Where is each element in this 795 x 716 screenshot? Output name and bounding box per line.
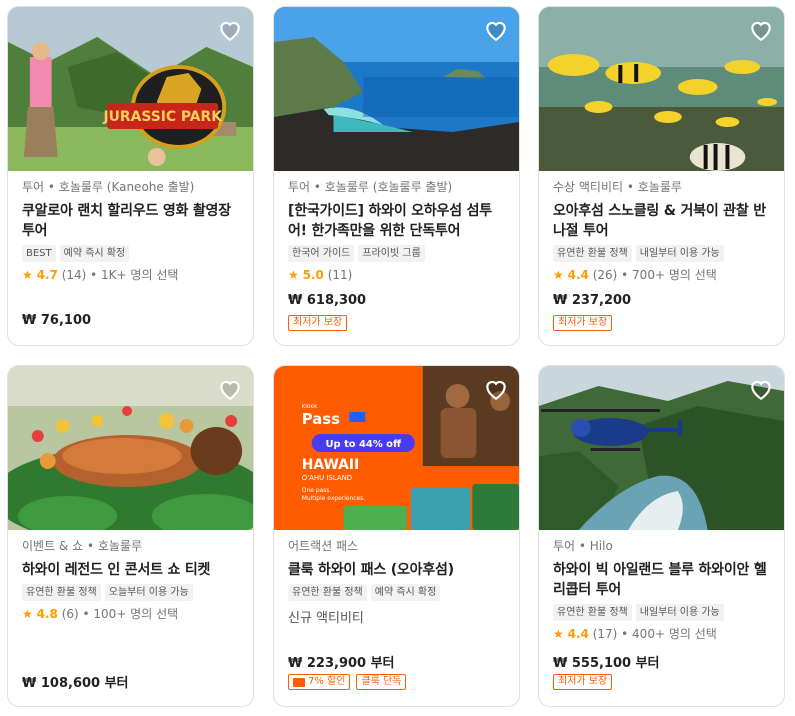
card-category: 투어 • Hilo (553, 539, 613, 553)
tag-private-group: 프라이빗 그룹 (358, 245, 425, 262)
tag-instant-confirm: 예약 즉시 확정 (59, 245, 130, 262)
card-category: 투어 • 호놀룰루 (Kaneohe 출발) (22, 180, 195, 194)
card-title[interactable]: 쿠알로아 랜치 할리우드 영화 촬영장 투어 (22, 201, 243, 241)
card-price: ₩ 237,200 (553, 293, 632, 308)
image-pass-text: Pass (302, 410, 340, 428)
activity-card[interactable]: 수상 액티비티 • 호놀룰루 오아후섬 스노클링 & 거북이 관찰 반나절 투어… (538, 6, 785, 346)
card-price: ₩ 108,600 부터 (22, 676, 129, 691)
rating-score: 4.7 (36, 268, 58, 282)
tag-flexible-refund: 유연한 환불 정책 (553, 245, 632, 262)
review-count: (17) (592, 627, 618, 641)
wishlist-heart-icon[interactable] (217, 376, 243, 402)
tag-flexible-refund: 유연한 환불 정책 (553, 604, 632, 621)
star-icon: ★ (553, 268, 564, 282)
tag-korean-guide: 한국어 가이드 (288, 245, 355, 262)
image-sub1-text: One pass. (302, 487, 332, 494)
activity-card[interactable]: 이벤트 & 쇼 • 호놀룰루 하와이 레전드 인 콘서트 쇼 티켓 유연한 환불… (7, 365, 254, 707)
card-price: ₩ 223,900 부터 (288, 656, 395, 671)
activity-card[interactable]: JURASSIC PARK 투어 • 호놀룰루 (Kaneohe 출발) 쿠알로… (7, 6, 254, 346)
rating-score: 4.4 (567, 268, 589, 282)
card-title[interactable]: 클룩 하와이 패스 (오아후섬) (288, 560, 509, 580)
star-icon: ★ (288, 268, 299, 282)
rating-score: 4.8 (36, 607, 58, 621)
booked-count: • 100+ 명의 선택 (82, 607, 179, 621)
card-rating: ★ 4.7 (14) • 1K+ 명의 선택 (22, 267, 243, 283)
rating-score: 4.4 (567, 627, 589, 641)
star-icon: ★ (22, 607, 33, 621)
booked-count: • 1K+ 명의 선택 (90, 268, 179, 282)
card-price: ₩ 555,100 부터 (553, 656, 660, 671)
wishlist-heart-icon[interactable] (217, 17, 243, 43)
tag-flexible-refund: 유연한 환불 정책 (22, 584, 101, 601)
badge-exclusive: 클룩 단독 (356, 674, 407, 690)
card-category: 이벤트 & 쇼 • 호놀룰루 (22, 539, 143, 553)
tag-instant-confirm: 예약 즉시 확정 (370, 584, 441, 601)
booked-count: • 400+ 명의 선택 (621, 627, 717, 641)
ticket-icon (293, 677, 305, 687)
tag-flexible-refund: 유연한 환불 정책 (288, 584, 367, 601)
card-rating: ★ 5.0 (11) (288, 267, 509, 283)
card-title[interactable]: [한국가이드] 하와이 오하우섬 섬투어! 한가족만을 위한 단독투어 (288, 201, 509, 241)
star-icon: ★ (553, 627, 564, 641)
card-category: 어트랙션 패스 (288, 539, 359, 553)
card-rating: ★ 4.4 (26) • 700+ 명의 선택 (553, 267, 774, 283)
wishlist-heart-icon[interactable] (748, 376, 774, 402)
card-category: 수상 액티비티 • 호놀룰루 (553, 180, 682, 194)
review-count: (14) (61, 268, 87, 282)
image-hawaii-text: HAWAII (302, 457, 359, 473)
wishlist-heart-icon[interactable] (483, 17, 509, 43)
new-activity-label: 신규 액티비티 (288, 611, 364, 626)
image-logo-text: JURASSIC PARK (102, 109, 223, 125)
badge-best-price: 최저가 보장 (553, 315, 613, 331)
wishlist-heart-icon[interactable] (483, 376, 509, 402)
review-count: (11) (327, 268, 353, 282)
card-price: ₩ 618,300 (288, 293, 367, 308)
card-title[interactable]: 하와이 빅 아일랜드 블루 하와이안 헬리콥터 투어 (553, 560, 774, 600)
badge-best-price: 최저가 보장 (288, 315, 348, 331)
review-count: (26) (592, 268, 618, 282)
tag-available-tomorrow: 내일부터 이용 가능 (635, 604, 724, 621)
star-icon: ★ (22, 268, 33, 282)
card-rating: ★ 4.4 (17) • 400+ 명의 선택 (553, 626, 774, 642)
image-offer-text: Up to 44% off (326, 439, 402, 450)
booked-count: • 700+ 명의 선택 (621, 268, 717, 282)
card-price: ₩ 76,100 (22, 313, 92, 328)
tag-available-tomorrow: 내일부터 이용 가능 (635, 245, 724, 262)
badge-best-price: 최저가 보장 (553, 674, 613, 690)
card-title[interactable]: 오아후섬 스노클링 & 거북이 관찰 반나절 투어 (553, 201, 774, 241)
rating-score: 5.0 (302, 268, 324, 282)
activity-card[interactable]: 투어 • 호놀룰루 (호놀룰루 출발) [한국가이드] 하와이 오하우섬 섬투어… (273, 6, 520, 346)
badge-discount-label: 7% 할인 (308, 676, 346, 687)
review-count: (6) (61, 607, 79, 621)
activity-card[interactable]: klook Pass Up to 44% off HAWAII O'AHU IS… (273, 365, 520, 707)
wishlist-heart-icon[interactable] (748, 17, 774, 43)
card-category: 투어 • 호놀룰루 (호놀룰루 출발) (288, 180, 453, 194)
activity-card[interactable]: 투어 • Hilo 하와이 빅 아일랜드 블루 하와이안 헬리콥터 투어 유연한… (538, 365, 785, 707)
image-sub2-text: Multiple experiences. (302, 495, 366, 502)
tag-available-today: 오늘부터 이용 가능 (104, 584, 193, 601)
card-title[interactable]: 하와이 레전드 인 콘서트 쇼 티켓 (22, 560, 243, 580)
tag-best: BEST (22, 245, 56, 262)
card-rating: ★ 4.8 (6) • 100+ 명의 선택 (22, 606, 243, 622)
image-oahu-text: O'AHU ISLAND (302, 474, 352, 482)
badge-discount: 7% 할인 (288, 674, 351, 690)
